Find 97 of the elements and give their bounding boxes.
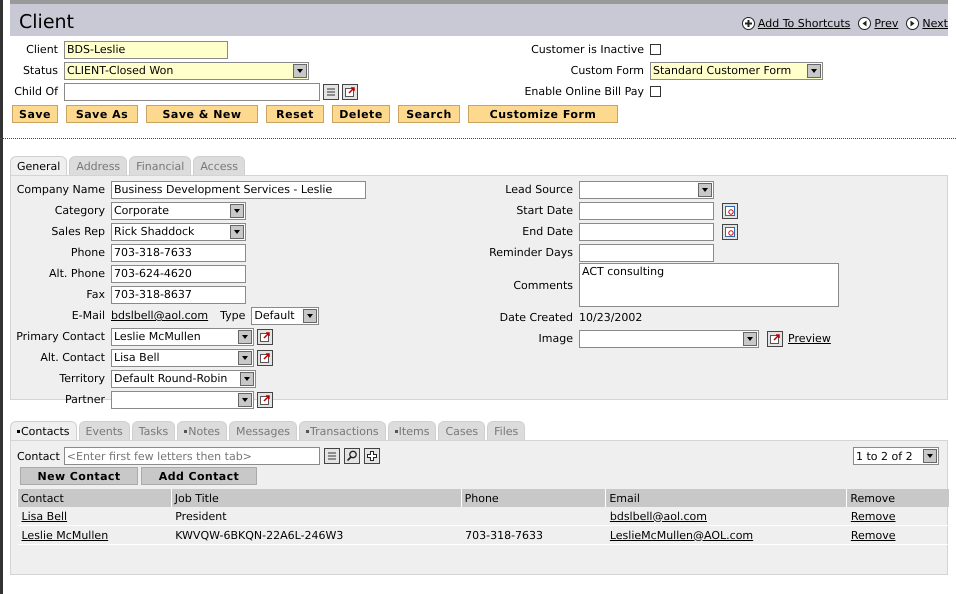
text-field[interactable]: 703-318-7633 bbox=[111, 244, 246, 262]
form-button[interactable]: Search bbox=[398, 105, 460, 123]
field-label: Start Date bbox=[515, 204, 573, 217]
field-label: Custom Form bbox=[570, 64, 644, 77]
column-header: Email bbox=[606, 489, 847, 507]
email-link[interactable]: bdslbell@aol.com bbox=[610, 510, 707, 522]
field-label: Child Of bbox=[13, 85, 58, 98]
dropdown-field[interactable]: Leslie McMullen bbox=[111, 328, 254, 346]
field-label: Sales Rep bbox=[50, 225, 105, 238]
field-label: Comments bbox=[512, 278, 573, 292]
search-icon[interactable] bbox=[344, 448, 360, 464]
dropdown-field[interactable] bbox=[579, 330, 759, 348]
tab[interactable]: General bbox=[10, 156, 68, 175]
table-cell: President bbox=[171, 507, 462, 526]
text-field[interactable] bbox=[64, 82, 320, 100]
dropdown-field[interactable]: Standard Customer Form bbox=[650, 62, 823, 80]
tab[interactable]: Contacts bbox=[10, 421, 77, 440]
field-label: Company Name bbox=[16, 183, 105, 196]
email-link[interactable]: bdslbell@aol.com bbox=[111, 309, 208, 322]
field-label: Lead Source bbox=[504, 183, 573, 196]
popup-icon[interactable] bbox=[257, 350, 273, 366]
field-label: Fax bbox=[85, 288, 105, 301]
field-label: Date Created bbox=[498, 311, 573, 324]
column-header: Phone bbox=[461, 489, 606, 507]
field-value: 10/23/2002 bbox=[579, 311, 642, 324]
form-button[interactable]: Save As bbox=[66, 105, 138, 123]
pager-dropdown[interactable]: 1 to 2 of 2 bbox=[853, 447, 939, 465]
next-icon bbox=[906, 17, 920, 30]
field-label: End Date bbox=[521, 225, 573, 238]
text-field[interactable]: BDS-Leslie bbox=[64, 40, 228, 58]
text-field[interactable]: 703-318-8637 bbox=[111, 286, 246, 304]
field-label: Partner bbox=[64, 393, 105, 406]
field-label: Image bbox=[538, 332, 573, 345]
header-link[interactable]: Add To Shortcuts bbox=[742, 17, 850, 30]
page-title: Client bbox=[19, 11, 74, 33]
field-label: Alt. Phone bbox=[48, 267, 105, 280]
previous-icon bbox=[858, 17, 872, 30]
checkbox[interactable] bbox=[650, 86, 661, 97]
contact-search-field[interactable]: <Enter first few letters then tab> bbox=[64, 447, 320, 465]
add-icon bbox=[742, 17, 755, 30]
header-link[interactable]: Prev bbox=[858, 17, 898, 30]
list-icon[interactable] bbox=[324, 448, 340, 464]
sublist-button[interactable]: Add Contact bbox=[141, 467, 257, 485]
field-label: Enable Online Bill Pay bbox=[523, 85, 644, 98]
calendar-icon[interactable] bbox=[722, 202, 738, 218]
field-label: Territory bbox=[58, 372, 105, 385]
dropdown-field[interactable] bbox=[579, 180, 714, 198]
text-field[interactable] bbox=[579, 222, 714, 240]
text-field[interactable] bbox=[579, 202, 714, 220]
form-button[interactable]: Reset bbox=[266, 105, 324, 123]
column-header: Contact bbox=[18, 489, 172, 507]
dropdown-field[interactable]: Rick Shaddock bbox=[111, 222, 246, 240]
field-label: Phone bbox=[70, 246, 105, 259]
field-label: Type bbox=[220, 309, 246, 322]
checkbox[interactable] bbox=[650, 44, 661, 55]
popup-icon[interactable] bbox=[342, 84, 358, 100]
dropdown-field[interactable]: Lisa Bell bbox=[111, 348, 254, 366]
contact-link[interactable]: Lisa Bell bbox=[22, 510, 68, 522]
header-link[interactable]: Next bbox=[906, 17, 948, 30]
field-label: Client bbox=[25, 43, 58, 56]
dropdown-field[interactable]: Default Round-Robin bbox=[111, 370, 256, 388]
preview-link[interactable]: Preview bbox=[788, 332, 831, 345]
form-button[interactable]: Delete bbox=[332, 105, 390, 123]
dropdown-field[interactable]: Corporate bbox=[111, 202, 246, 220]
text-field[interactable] bbox=[579, 244, 714, 262]
field-label: Category bbox=[54, 204, 105, 217]
sublist-button[interactable]: New Contact bbox=[20, 467, 138, 485]
dropdown-field[interactable]: CLIENT-Closed Won bbox=[64, 62, 309, 80]
popup-icon[interactable] bbox=[257, 328, 273, 344]
text-field[interactable]: 703-624-4620 bbox=[111, 264, 246, 282]
remove-link[interactable]: Remove bbox=[850, 510, 896, 522]
list-icon[interactable] bbox=[323, 84, 339, 100]
field-label: Alt. Contact bbox=[39, 351, 105, 364]
form-button[interactable]: Save & New bbox=[146, 105, 258, 123]
form-button[interactable]: Customize Form bbox=[468, 105, 618, 123]
column-header: Remove bbox=[846, 489, 949, 507]
add-icon[interactable] bbox=[364, 448, 380, 464]
field-label: Reminder Days bbox=[488, 246, 573, 259]
dropdown-field[interactable] bbox=[111, 390, 254, 408]
table-cell: 703-318-7633 bbox=[461, 526, 606, 544]
field-label: Contact bbox=[17, 450, 60, 462]
text-field[interactable]: Business Development Services - Leslie bbox=[111, 180, 366, 198]
contact-link[interactable]: Leslie McMullen bbox=[22, 528, 108, 542]
field-label: Primary Contact bbox=[15, 330, 105, 343]
field-label: Status bbox=[22, 64, 58, 77]
email-link[interactable]: LeslieMcMullen@AOL.com bbox=[610, 528, 754, 542]
popup-icon[interactable] bbox=[257, 392, 273, 408]
form-button[interactable]: Save bbox=[12, 105, 58, 123]
remove-link[interactable]: Remove bbox=[850, 528, 896, 542]
popup-icon[interactable] bbox=[767, 330, 783, 346]
table-cell: KWVQW-6BKQN-22A6L-246W3 bbox=[171, 526, 462, 544]
field-label: E-Mail bbox=[70, 309, 105, 322]
dropdown-field[interactable]: Default bbox=[251, 306, 320, 324]
comments-field[interactable]: ACT consulting bbox=[579, 263, 839, 307]
calendar-icon[interactable] bbox=[722, 224, 738, 240]
field-label: Customer is Inactive bbox=[530, 43, 644, 56]
column-header: Job Title bbox=[171, 489, 462, 507]
